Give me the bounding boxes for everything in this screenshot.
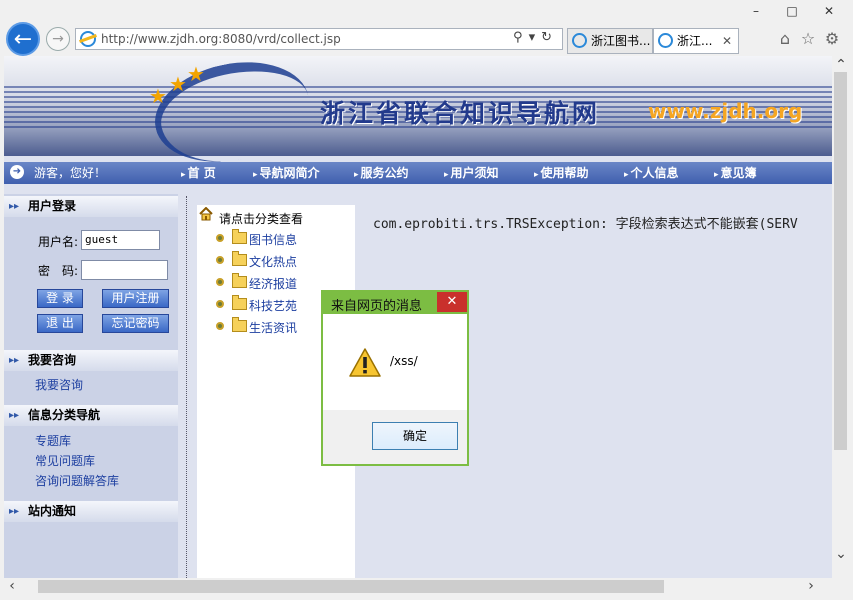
folder-icon [232,251,247,266]
dialog-message: /xss/ [390,354,418,368]
tree-item-label[interactable]: 科技艺苑 [249,297,297,314]
nav-link-profile[interactable]: 个人信息 [624,162,679,186]
site-title: 浙江省联合知识导航网 [320,99,601,128]
register-button[interactable]: 用户注册 [102,289,169,308]
column-divider [186,196,187,578]
search-icon[interactable]: ⚲ [513,30,529,45]
ie-tab-icon [658,33,673,48]
double-arrow-icon: ▸▸ [9,201,20,212]
bullet-icon [216,322,224,330]
nav-link-feedback[interactable]: 意见簿 [714,162,757,186]
warning-icon [349,348,381,377]
ie-tab-icon [572,33,587,48]
section-title: 站内通知 [28,504,77,518]
sidebar: ▸▸ 用户登录 用户名: guest 密 码: 登 录 用户注册 退 出 忘记密… [4,194,178,578]
dialog-titlebar: 来自网页的消息 ✕ [323,292,467,314]
maximize-button[interactable]: □ [779,2,805,20]
scroll-up-icon[interactable]: ⌃ [833,57,849,73]
tree-title: 请点击分类查看 [219,212,304,226]
star-decoration-icon: ★ [149,84,167,108]
double-arrow-icon: ▸▸ [9,355,20,366]
ok-button[interactable]: 确定 [372,422,458,450]
scroll-right-icon[interactable]: › [803,578,819,594]
login-button[interactable]: 登 录 [37,289,83,308]
scroll-down-icon[interactable]: ⌄ [833,546,849,562]
consult-section-header: ▸▸ 我要咨询 [4,350,178,371]
scroll-left-icon[interactable]: ‹ [4,578,20,594]
nav-link-terms[interactable]: 服务公约 [354,162,409,186]
site-banner: ★ ★ ★ 浙江省联合知识导航网 www.zjdh.org [4,56,832,176]
nav-link-notice[interactable]: 用户须知 [444,162,499,186]
address-bar[interactable]: http://www.zjdh.org:8080/vrd/collect.jsp… [75,28,563,50]
forward-arrow-icon: → [52,31,64,47]
star-icon[interactable]: ☆ [797,28,819,50]
dialog-footer: 确定 [323,410,467,464]
login-section-header: ▸▸ 用户登录 [4,196,178,217]
tree-item-label[interactable]: 经济报道 [249,275,297,292]
back-button[interactable]: ← [6,22,40,56]
bullet-icon [216,278,224,286]
folder-icon [232,229,247,244]
double-arrow-icon: ▸▸ [9,410,20,421]
section-title: 用户登录 [28,199,77,213]
horizontal-scroll-thumb[interactable] [38,580,664,593]
logout-button[interactable]: 退 出 [37,314,83,333]
ie-page-icon [80,31,96,47]
bullet-icon [216,256,224,264]
double-arrow-icon: ▸▸ [9,506,20,517]
tab-title: 浙江... [677,34,713,48]
home-icon[interactable]: ⌂ [774,28,796,50]
bullet-icon [216,300,224,308]
tab-title: 浙江图书... [591,34,651,48]
folder-icon [232,273,247,288]
site-url: www.zjdh.org [648,99,803,123]
nav-link-help[interactable]: 使用帮助 [534,162,589,186]
consult-link[interactable]: 我要咨询 [35,376,83,393]
tree-item-label[interactable]: 图书信息 [249,231,297,248]
tab-zhejiang-library[interactable]: 浙江图书... [567,28,653,54]
greeting-text: 游客，您好！ [34,166,107,180]
notice-section-header: ▸▸ 站内通知 [4,501,178,522]
section-title: 我要咨询 [28,353,77,367]
dropdown-icon[interactable]: ▾ [529,30,542,45]
forgot-password-button[interactable]: 忘记密码 [102,314,169,333]
star-decoration-icon: ★ [187,62,205,86]
tab-close-icon[interactable]: ✕ [722,29,732,53]
star-decoration-icon: ★ [169,72,187,96]
tab-active[interactable]: 浙江... ✕ [653,28,739,54]
nav-link-home[interactable]: 首 页 [181,162,216,186]
minimize-button[interactable]: – [743,2,769,20]
password-label: 密 码: [38,264,79,278]
username-label: 用户名: [38,235,79,249]
faq-library-link[interactable]: 常见问题库 [35,452,95,469]
folder-icon [232,295,247,310]
main-nav: ➜ 游客，您好！ 首 页 导航网简介 服务公约 用户须知 使用帮助 个人信息 意… [4,162,832,184]
category-nav-section-header: ▸▸ 信息分类导航 [4,405,178,426]
alert-dialog: 来自网页的消息 ✕ /xss/ 确定 [321,290,469,466]
answer-library-link[interactable]: 咨询问题解答库 [35,472,119,489]
folder-icon [232,317,247,332]
password-input[interactable] [81,260,168,280]
username-input[interactable]: guest [81,230,160,250]
error-message: com.eprobiti.trs.TRSException: 字段检索表达式不能… [373,217,798,232]
topic-library-link[interactable]: 专题库 [35,432,71,449]
bullet-icon [216,234,224,242]
back-arrow-icon: ← [13,27,33,52]
close-window-button[interactable]: ✕ [816,2,842,20]
nav-link-intro[interactable]: 导航网简介 [253,162,320,186]
gear-icon[interactable]: ⚙ [821,28,843,50]
forward-button[interactable]: → [46,27,70,51]
section-title: 信息分类导航 [28,408,101,422]
home-icon [199,207,213,221]
tree-item-label[interactable]: 生活资讯 [249,319,297,336]
tree-item-label[interactable]: 文化热点 [249,253,297,270]
vertical-scroll-thumb[interactable] [834,72,847,450]
dialog-title: 来自网页的消息 [331,299,423,314]
url-text: http://www.zjdh.org:8080/vrd/collect.jsp [101,32,341,46]
dialog-close-button[interactable]: ✕ [437,292,467,312]
refresh-icon[interactable]: ↻ [541,30,558,45]
arrow-circle-icon: ➜ [10,165,24,179]
